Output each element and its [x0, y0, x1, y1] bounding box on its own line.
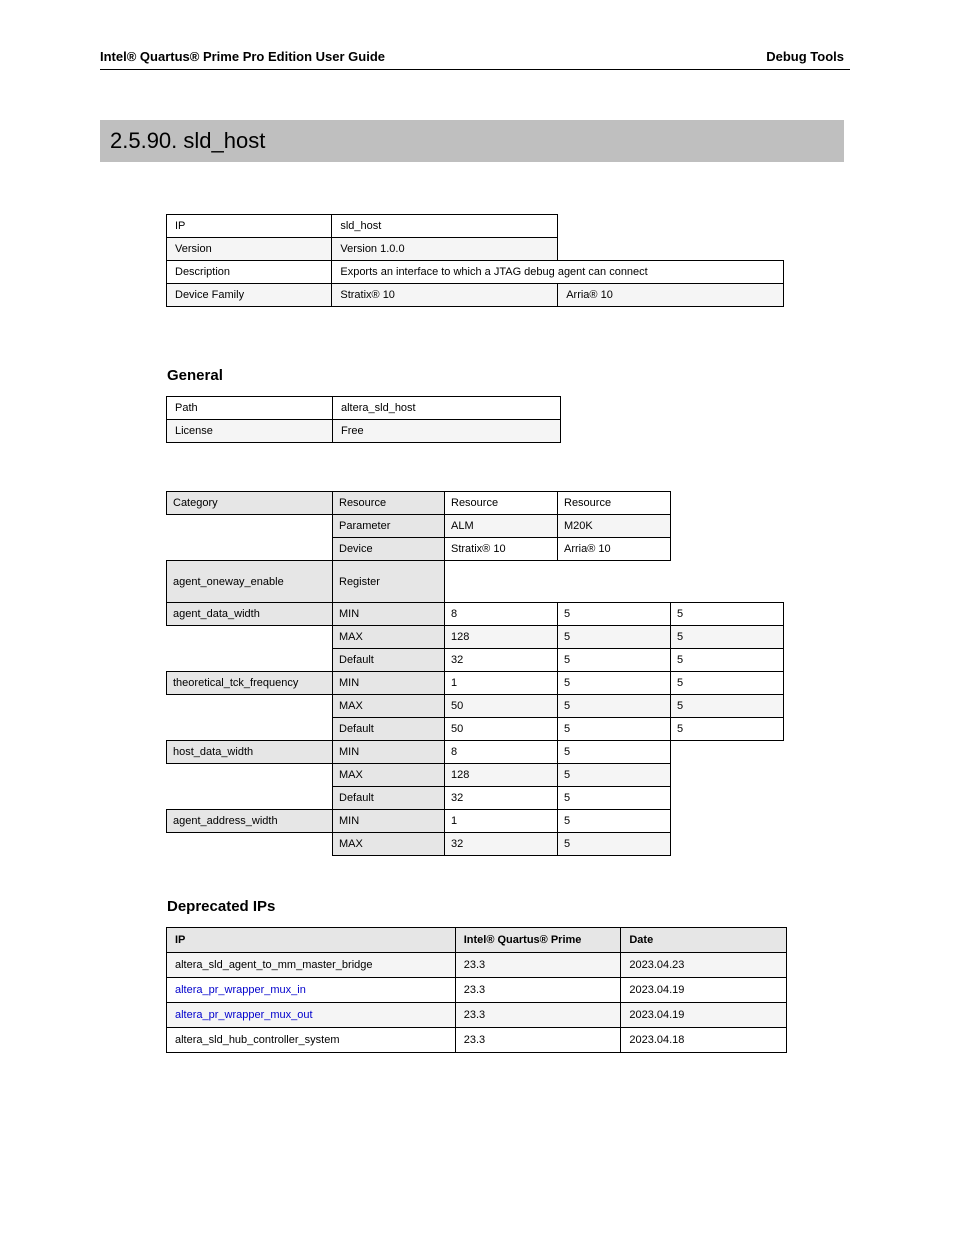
general-heading: General	[167, 367, 954, 384]
header-rule	[100, 69, 850, 70]
gcell-tck-min-c2: MIN	[333, 672, 445, 695]
gcell-cat-c2: Resource	[333, 492, 445, 515]
gcell-adw-min-c4: 5	[558, 603, 671, 626]
gcell-hdw-def-c4: 5	[558, 787, 671, 810]
cell-desc-value: Exports an interface to which a JTAG deb…	[332, 261, 784, 284]
dep-head-ver: Intel® Quartus® Prime	[455, 928, 621, 953]
gcell-adw-def-c5: 5	[671, 649, 784, 672]
gcell-hdw-min-c2: MIN	[333, 741, 445, 764]
dep-head-date: Date	[621, 928, 787, 953]
dep-row3-date: 2023.04.19	[621, 1003, 787, 1028]
gcell-agaddr-min-c4: 5	[558, 810, 671, 833]
dep-row1-date: 2023.04.23	[621, 953, 787, 978]
gcell-hdw-max-c2: MAX	[333, 764, 445, 787]
gcell-cat-c3: Resource	[445, 492, 558, 515]
cell-version-value: Version 1.0.0	[332, 238, 558, 261]
gcell-tck-max-c3: 50	[445, 695, 558, 718]
gcell-cat-c4: Resource	[558, 492, 671, 515]
resource-grid: Category Resource Resource Resource Para…	[166, 491, 784, 856]
gcell-oneway-c2: Register	[333, 561, 445, 603]
gcell-adw-max-c4: 5	[558, 626, 671, 649]
gcell-hdw-max-c3: 128	[445, 764, 558, 787]
gcell-adw-min-c5: 5	[671, 603, 784, 626]
gcell-adw-max-c3: 128	[445, 626, 558, 649]
gcell-hdw-min-c3: 8	[445, 741, 558, 764]
gcell-agaddr-min-c2: MIN	[333, 810, 445, 833]
gcell-tck-max-c4: 5	[558, 695, 671, 718]
cell-license-label: License	[167, 420, 333, 443]
dep-row4-ip: altera_sld_hub_controller_system	[167, 1028, 456, 1053]
gcell-tck-min-c4: 5	[558, 672, 671, 695]
dep-row3-ver: 23.3	[455, 1003, 621, 1028]
cell-devfam-value-1: Stratix® 10	[332, 284, 558, 307]
deprecated-table: IP Intel® Quartus® Prime Date altera_sld…	[166, 927, 787, 1053]
gcell-adw-min-c2: MIN	[333, 603, 445, 626]
dep-row4-date: 2023.04.18	[621, 1028, 787, 1053]
page-title-bar: 2.5.90. sld_host	[100, 120, 844, 162]
dep-row3-ip-link[interactable]: altera_pr_wrapper_mux_out	[175, 1009, 313, 1021]
gcell-param-c4: M20K	[558, 515, 671, 538]
gcell-adw-max-c2: MAX	[333, 626, 445, 649]
gcell-tck-def-c3: 50	[445, 718, 558, 741]
dep-row1-ver: 23.3	[455, 953, 621, 978]
gcell-agaddr-c1: agent_address_width	[167, 810, 333, 833]
gcell-dev-c3: Stratix® 10	[445, 538, 558, 561]
gcell-agaddr-min-c3: 1	[445, 810, 558, 833]
dep-row2-ver: 23.3	[455, 978, 621, 1003]
gcell-cat-label: Category	[167, 492, 333, 515]
gcell-tck-def-c2: Default	[333, 718, 445, 741]
gcell-adw-max-c5: 5	[671, 626, 784, 649]
gcell-hdw-def-c3: 32	[445, 787, 558, 810]
gcell-adw-def-c3: 32	[445, 649, 558, 672]
dep-head-ip: IP	[167, 928, 456, 953]
gcell-dev-c4: Arria® 10	[558, 538, 671, 561]
gcell-agaddr-max-c3: 32	[445, 833, 558, 856]
gcell-tck-def-c4: 5	[558, 718, 671, 741]
gcell-tck-def-c5: 5	[671, 718, 784, 741]
cell-path-value: altera_sld_host	[333, 397, 561, 420]
gcell-oneway-c1: agent_oneway_enable	[167, 561, 333, 603]
gcell-dev-c2: Device	[333, 538, 445, 561]
dep-row4-ver: 23.3	[455, 1028, 621, 1053]
gcell-hdw-def-c2: Default	[333, 787, 445, 810]
cell-devfam-label: Device Family	[167, 284, 332, 307]
gcell-tck-min-c5: 5	[671, 672, 784, 695]
gcell-adw-def-c4: 5	[558, 649, 671, 672]
dep-row2-ip-link[interactable]: altera_pr_wrapper_mux_in	[175, 984, 306, 996]
cell-ip-value: sld_host	[332, 215, 558, 238]
cell-ip-label: IP	[167, 215, 332, 238]
cell-desc-label: Description	[167, 261, 332, 284]
info-table: IP sld_host Version Version 1.0.0 Descri…	[166, 214, 784, 307]
gcell-hdw-c1: host_data_width	[167, 741, 333, 764]
gcell-tck-c1: theoretical_tck_frequency	[167, 672, 333, 695]
cell-path-label: Path	[167, 397, 333, 420]
gcell-tck-max-c2: MAX	[333, 695, 445, 718]
page-title: 2.5.90. sld_host	[110, 128, 265, 153]
gcell-agaddr-max-c4: 5	[558, 833, 671, 856]
gcell-param-c3: ALM	[445, 515, 558, 538]
gcell-param-c2: Parameter	[333, 515, 445, 538]
dep-row1-ip: altera_sld_agent_to_mm_master_bridge	[167, 953, 456, 978]
page-header: Intel® Quartus® Prime Pro Edition User G…	[0, 0, 954, 69]
dep-row2-date: 2023.04.19	[621, 978, 787, 1003]
cell-license-value: Free	[333, 420, 561, 443]
general-table: Path altera_sld_host License Free	[166, 396, 561, 443]
gcell-agaddr-max-c2: MAX	[333, 833, 445, 856]
deprecated-heading: Deprecated IPs	[167, 898, 954, 915]
gcell-adw-def-c2: Default	[333, 649, 445, 672]
gcell-tck-max-c5: 5	[671, 695, 784, 718]
header-right: Debug Tools	[766, 49, 844, 64]
gcell-adw-c1: agent_data_width	[167, 603, 333, 626]
cell-version-label: Version	[167, 238, 332, 261]
gcell-adw-min-c3: 8	[445, 603, 558, 626]
gcell-hdw-min-c4: 5	[558, 741, 671, 764]
gcell-hdw-max-c4: 5	[558, 764, 671, 787]
header-left: Intel® Quartus® Prime Pro Edition User G…	[100, 49, 385, 64]
gcell-tck-min-c3: 1	[445, 672, 558, 695]
cell-devfam-value-2: Arria® 10	[558, 284, 784, 307]
